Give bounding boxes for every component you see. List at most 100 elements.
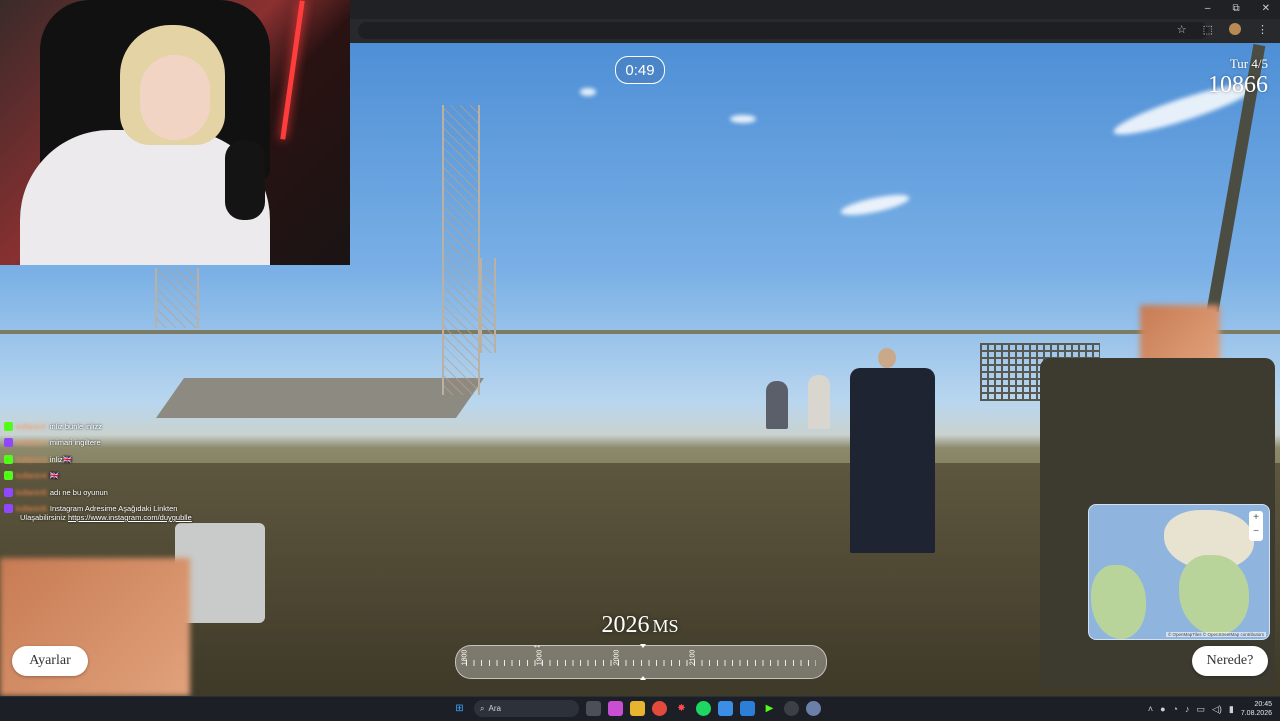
obs-icon[interactable]	[784, 701, 799, 716]
toolbar-icons: ☆ ⬚ ⋮	[1177, 23, 1268, 36]
chrome-icon[interactable]	[652, 701, 667, 716]
profile-avatar[interactable]	[1229, 23, 1241, 35]
extensions-icon[interactable]: ⬚	[1203, 23, 1213, 36]
slider-ticks	[466, 660, 816, 666]
lattice-tower	[442, 105, 480, 395]
chat-username: kullanici2	[16, 438, 47, 448]
chat-message: kullanici2 mimari ingiltere	[4, 435, 234, 452]
chat-message: kullanici4 🇬🇧	[4, 468, 234, 485]
menu-icon[interactable]: ⋮	[1257, 23, 1268, 36]
era-label: MS	[652, 616, 679, 636]
app-icon[interactable]: ✸	[674, 701, 689, 716]
person	[850, 368, 935, 553]
round-timer: 0:49	[615, 56, 665, 84]
address-bar[interactable]	[358, 22, 1208, 39]
tick-label: 2000	[613, 649, 621, 666]
person	[766, 381, 788, 429]
kick-icon	[4, 471, 13, 481]
lattice-tower	[155, 268, 199, 328]
volume-icon[interactable]: ◁)	[1212, 704, 1222, 715]
kick-app-icon[interactable]: ▶	[762, 701, 777, 716]
chat-text: adı ne bu oyunun	[49, 487, 108, 497]
year-slider[interactable]: 1800 1900 2000 2100 ↔	[455, 640, 827, 680]
map-zoom-controls: + −	[1249, 511, 1263, 541]
twitch-icon	[4, 504, 13, 514]
road	[155, 378, 485, 418]
chat-text: inliz bunle inlizz	[49, 421, 102, 431]
zoom-out-button[interactable]: −	[1249, 525, 1263, 539]
horizon	[0, 330, 1280, 334]
settings-button[interactable]: Ayarlar	[12, 646, 88, 676]
clock[interactable]: 20:45 7.08.2026	[1241, 700, 1272, 718]
streamer-face	[140, 55, 210, 140]
person-head	[878, 348, 896, 368]
lattice-tower	[480, 258, 496, 353]
maximize-button[interactable]: ⧉	[1232, 3, 1239, 14]
kick-icon	[4, 454, 13, 464]
cloud	[580, 88, 596, 96]
chat-text: inliz🇬🇧	[49, 454, 73, 464]
chat-text: Ulaşabilirsiniz	[20, 513, 66, 522]
app-icon[interactable]	[740, 701, 755, 716]
chat-message-continuation: Ulaşabilirsiniz https://www.instagram.co…	[4, 513, 234, 522]
app-icon[interactable]	[608, 701, 623, 716]
close-button[interactable]: ✕	[1262, 3, 1270, 14]
settings-icon[interactable]	[806, 701, 821, 716]
where-button[interactable]: Nerede?	[1192, 646, 1268, 676]
selected-year: 2026 MS	[560, 612, 720, 639]
chat-message: kullanici1 inliz bunle inlizz	[4, 418, 234, 435]
tick-label: 2100	[689, 649, 697, 666]
score: 10866	[1208, 72, 1268, 98]
system-tray: ˄ ● ◔ ♪ ▭ ◁) ▮ 20:45 7.08.2026	[1148, 700, 1272, 718]
tray-app-icon[interactable]: ◔	[1173, 704, 1178, 714]
blurred-face	[1140, 305, 1220, 365]
file-explorer-icon[interactable]	[630, 701, 645, 716]
chat-username: kullanici4	[16, 471, 47, 481]
tick-label: 1800	[461, 649, 469, 666]
chat-username: kullanici6	[16, 504, 47, 514]
tray-app-icon[interactable]: ●	[1160, 704, 1165, 714]
chat-username: kullanici5	[16, 487, 47, 497]
chat-username: kullanici3	[16, 454, 47, 464]
chat-link[interactable]: https://www.instagram.com/duygublle	[68, 513, 192, 522]
year-value: 2026	[601, 612, 650, 638]
cloud	[730, 115, 756, 123]
chat-message: kullanici5 adı ne bu oyunun	[4, 484, 234, 501]
star-icon[interactable]: ☆	[1177, 23, 1187, 36]
tick-label: 1900	[536, 649, 544, 666]
minimap[interactable]: + − © OpenMapTiles © OpenStreetMap contr…	[1088, 504, 1270, 640]
browser-toolbar: ☆ ⬚ ⋮	[350, 19, 1280, 43]
network-icon[interactable]: ▭	[1196, 704, 1205, 715]
task-view-icon[interactable]	[586, 701, 601, 716]
battery-icon[interactable]: ▮	[1229, 704, 1234, 715]
notepad-icon[interactable]	[718, 701, 733, 716]
chat-text: Instagram Adresime Aşağıdaki Linkten	[49, 504, 178, 514]
kick-icon	[4, 421, 13, 431]
current-year-marker	[640, 644, 646, 648]
taskbar-search[interactable]: ⌕ Ara	[474, 700, 579, 717]
twitch-icon	[4, 487, 13, 497]
person	[808, 375, 830, 429]
browser-titlebar: – ⧉ ✕	[350, 0, 1280, 19]
map-landmass	[1091, 565, 1146, 639]
microphone	[225, 140, 265, 220]
chat-text: 🇬🇧	[49, 471, 60, 481]
drag-handle-icon[interactable]: ↔	[532, 640, 542, 651]
chat-overlay: kullanici1 inliz bunle inlizz kullanici2…	[4, 418, 234, 522]
chat-username: kullanici1	[16, 421, 47, 431]
chat-message: kullanici3 inliz🇬🇧	[4, 451, 234, 468]
zoom-in-button[interactable]: +	[1249, 511, 1263, 525]
microphone-icon[interactable]: ♪	[1185, 704, 1190, 714]
minimize-button[interactable]: –	[1205, 3, 1211, 14]
cloud	[839, 190, 911, 220]
webcam-overlay	[0, 0, 350, 265]
windows-start-icon[interactable]: ⊞	[452, 701, 467, 716]
twitch-icon	[4, 438, 13, 448]
chevron-up-icon[interactable]: ˄	[1148, 704, 1153, 714]
window-controls: – ⧉ ✕	[1205, 3, 1270, 14]
current-year-marker	[640, 676, 646, 680]
taskbar: ⊞ ⌕ Ara ✸ ▶ ˄ ● ◔ ♪ ▭ ◁) ▮ 20:45 7.08.20…	[0, 696, 1280, 721]
chat-text: mimari ingiltere	[49, 438, 101, 448]
map-attribution: © OpenMapTiles © OpenStreetMap contribut…	[1165, 632, 1266, 637]
spotify-icon[interactable]	[696, 701, 711, 716]
